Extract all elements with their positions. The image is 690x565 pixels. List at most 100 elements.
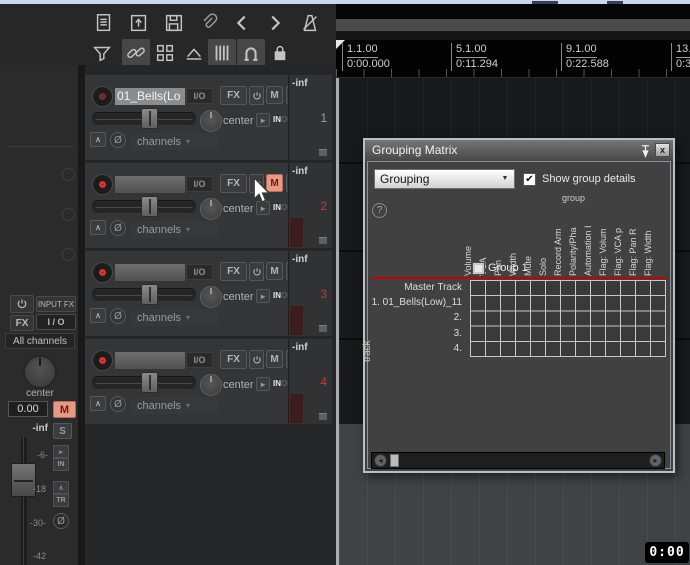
scroll-left-icon[interactable]: ◂: [374, 454, 387, 467]
show-group-details-checkbox[interactable]: ✔: [523, 173, 536, 186]
grid-lines-icon[interactable]: [208, 39, 236, 67]
track-monitor-button[interactable]: ▸: [256, 289, 270, 303]
matrix-row-label: Master Track: [404, 282, 462, 293]
metronome-off-icon[interactable]: [296, 9, 324, 37]
master-phase-button[interactable]: Ø: [53, 513, 69, 529]
track-volume-handle[interactable]: [141, 284, 158, 305]
master-mute-button[interactable]: M: [53, 401, 76, 418]
track-pan-knob[interactable]: [200, 110, 222, 132]
window-titlebar[interactable]: Grouping Matrix: [365, 140, 673, 161]
master-trim-button[interactable]: TR: [53, 494, 69, 507]
record-arm-button[interactable]: [92, 86, 113, 107]
show-group-details-label[interactable]: Show group details: [542, 173, 636, 185]
track-phase-button[interactable]: Ø: [110, 220, 126, 236]
track-mute-button[interactable]: M: [266, 262, 283, 280]
save-project-icon[interactable]: [160, 9, 188, 37]
knob-placeholder: [62, 168, 75, 181]
track-name-field[interactable]: 01_Bells(Lo: [115, 88, 185, 105]
filter-funnel-icon[interactable]: [88, 39, 116, 67]
matrix-column-label: Automation I: [583, 225, 593, 276]
track-volume-handle[interactable]: [141, 196, 158, 217]
track-fx-button[interactable]: FX: [220, 262, 247, 281]
track-pan-knob[interactable]: [200, 374, 222, 396]
track-pan-knob[interactable]: [200, 198, 222, 220]
pin-icon[interactable]: [637, 142, 653, 159]
master-pan-knob[interactable]: [23, 355, 57, 389]
track-monitor-button[interactable]: ▸: [256, 377, 270, 391]
ruler-ticks: [336, 69, 690, 77]
lock-icon[interactable]: [266, 39, 294, 67]
track-fx-button[interactable]: FX: [220, 350, 247, 369]
master-fader-track[interactable]: [21, 437, 27, 565]
track-io-button[interactable]: I/O: [186, 264, 213, 280]
track-io-button[interactable]: I/O: [186, 88, 213, 104]
master-io-button[interactable]: I / O: [36, 314, 76, 330]
track-volume-handle[interactable]: [141, 108, 158, 129]
master-fold-button[interactable]: ∧: [53, 481, 69, 494]
track-fx-bypass-button[interactable]: [249, 350, 264, 369]
snap-magnet-icon[interactable]: [237, 39, 265, 67]
track-panel-4: I/O FX M S center ▸ INOUT ∧ Ø channels▾ …: [85, 339, 332, 424]
track-phase-button[interactable]: Ø: [110, 132, 126, 148]
transport-time-display: 0:00: [645, 542, 689, 563]
matrix-horizontal-scrollbar[interactable]: ◂ ▸: [371, 452, 665, 469]
help-icon[interactable]: ?: [372, 203, 387, 218]
redo-icon[interactable]: [261, 9, 289, 37]
master-fx-button[interactable]: FX: [10, 315, 34, 331]
new-project-icon[interactable]: [90, 9, 118, 37]
group-matrix-grid[interactable]: [470, 280, 666, 357]
track-mute-button[interactable]: M: [266, 350, 283, 368]
track-fx-button[interactable]: FX: [220, 86, 247, 105]
timeline-ruler[interactable]: 1.1.00 0:00.000 5.1.00 0:11.294 9.1.00 0:22…: [336, 40, 690, 78]
master-input-fx-button[interactable]: INPUT FX: [36, 296, 76, 312]
master-mixer-strip: INPUT FX FX I / O All channels center 0.…: [0, 65, 78, 565]
undo-icon[interactable]: [228, 9, 256, 37]
link-icon[interactable]: [122, 39, 150, 67]
record-arm-button[interactable]: [92, 174, 113, 195]
record-arm-button[interactable]: [92, 350, 113, 371]
envelope-point-icon[interactable]: [180, 39, 208, 67]
track-mute-button[interactable]: M: [266, 86, 283, 104]
group-enable-checkbox[interactable]: [472, 262, 485, 275]
master-power-button[interactable]: [10, 295, 34, 313]
track-fx-button[interactable]: FX: [220, 174, 247, 193]
track-channels-dropdown[interactable]: channels ▾: [131, 309, 219, 326]
paperclip-icon[interactable]: [195, 9, 223, 37]
group-name-label[interactable]: Group 1: [488, 262, 528, 274]
master-monitor-in-button[interactable]: IN: [53, 458, 69, 471]
close-icon[interactable]: x: [655, 143, 670, 157]
track-phase-button[interactable]: Ø: [110, 308, 126, 324]
master-pan-value: center: [26, 388, 54, 399]
track-fx-bypass-button[interactable]: [249, 86, 264, 105]
master-volume-value[interactable]: 0.00: [8, 401, 48, 417]
track-fold-button[interactable]: ∧: [90, 396, 106, 411]
track-fold-button[interactable]: ∧: [90, 132, 106, 147]
track-channels-dropdown[interactable]: channels ▾: [131, 221, 219, 238]
track-name-field[interactable]: [115, 264, 185, 281]
track-io-button[interactable]: I/O: [186, 352, 213, 368]
track-fold-button[interactable]: ∧: [90, 308, 106, 323]
track-channels-dropdown[interactable]: channels ▾: [131, 133, 219, 150]
track-channels-dropdown[interactable]: channels ▾: [131, 397, 219, 414]
track-io-button[interactable]: I/O: [186, 176, 213, 192]
track-phase-button[interactable]: Ø: [110, 396, 126, 412]
track-name-field[interactable]: [115, 176, 185, 193]
scrollbar-thumb[interactable]: [390, 454, 399, 467]
master-all-channels-button[interactable]: All channels: [5, 333, 75, 349]
track-fx-bypass-button[interactable]: [249, 262, 264, 281]
matrix-row-labels: Master Track 1. 01_Bells(Low)_11 2. 3. 4…: [365, 280, 466, 356]
track-monitor-button[interactable]: ▸: [256, 113, 270, 127]
matrix-column-label: Solo: [538, 257, 548, 276]
track-pan-value: center: [223, 115, 254, 127]
matrix-mode-dropdown[interactable]: Grouping ▼: [374, 169, 515, 189]
scroll-right-icon[interactable]: ▸: [649, 454, 662, 467]
open-project-icon[interactable]: [125, 9, 153, 37]
track-name-field[interactable]: [115, 352, 185, 369]
track-pan-knob[interactable]: [200, 286, 222, 308]
master-solo-button[interactable]: S: [53, 423, 72, 439]
record-arm-button[interactable]: [92, 262, 113, 283]
track-fold-button[interactable]: ∧: [90, 220, 106, 235]
master-monitor-play-button[interactable]: ▸: [53, 445, 69, 458]
grid-blocks-icon[interactable]: [151, 39, 179, 67]
track-volume-handle[interactable]: [141, 372, 158, 393]
